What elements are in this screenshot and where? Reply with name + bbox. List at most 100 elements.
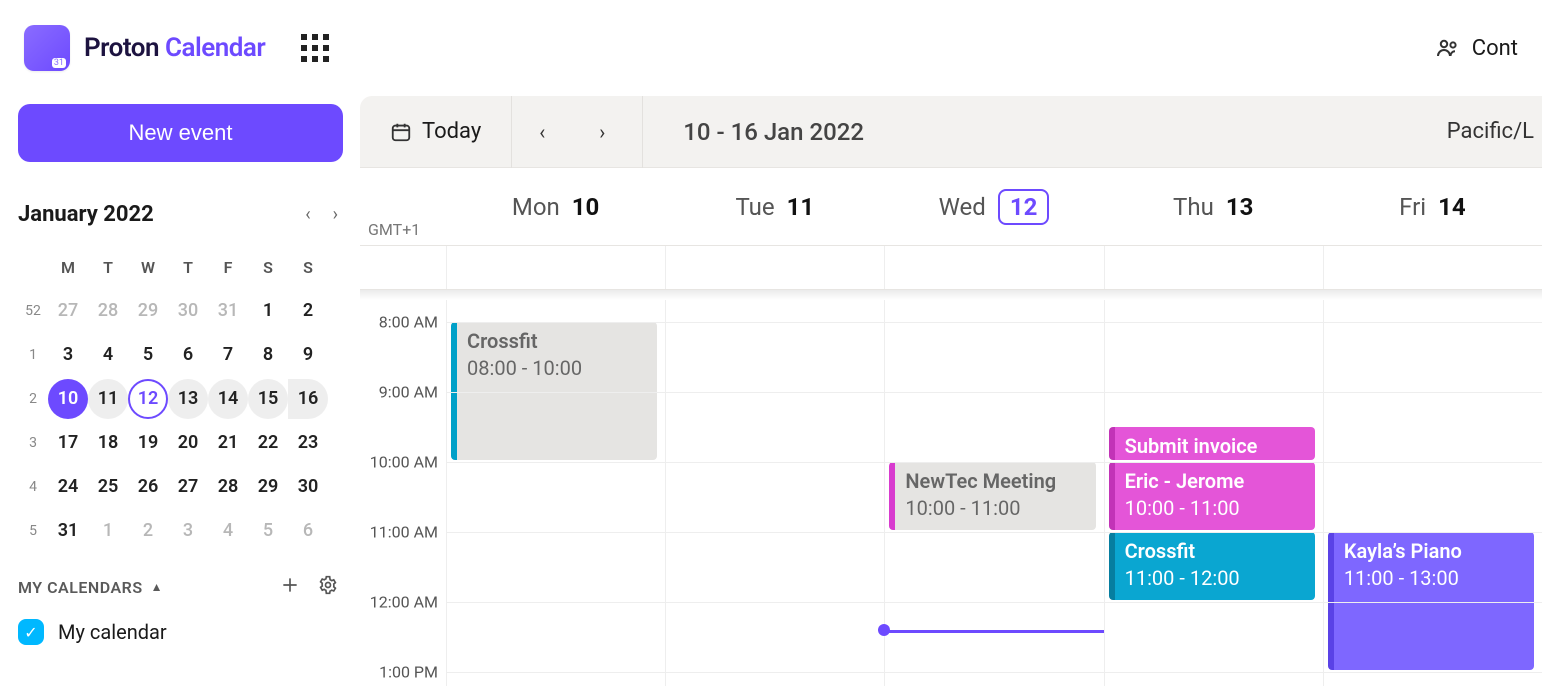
my-calendars-header[interactable]: MY CALENDARS ▲	[18, 575, 338, 599]
mini-day[interactable]: 29	[128, 291, 168, 331]
mini-day[interactable]: 6	[288, 511, 328, 551]
day-number: 13	[1226, 193, 1254, 221]
mini-dow: T	[168, 258, 208, 277]
calendar-toolbar: Today ‹ › 10 - 16 Jan 2022 Pacific/L	[360, 96, 1542, 168]
mini-dow: F	[208, 258, 248, 277]
mini-day[interactable]: 27	[48, 291, 88, 331]
mini-day[interactable]: 26	[128, 467, 168, 507]
mini-calendar-header: January 2022 ‹ ›	[18, 202, 338, 227]
calendar-checkbox[interactable]: ✓	[18, 619, 44, 645]
day-header[interactable]: Thu 13	[1104, 168, 1323, 245]
mini-day[interactable]: 8	[248, 335, 288, 375]
mini-day[interactable]: 15	[248, 379, 288, 419]
day-column[interactable]: Submit invoiceEric - Jerome10:00 - 11:00…	[1104, 300, 1323, 686]
day-header[interactable]: Mon 10	[446, 168, 665, 245]
event-title: Eric - Jerome	[1125, 468, 1305, 495]
mini-day[interactable]: 2	[288, 291, 328, 331]
day-column[interactable]	[665, 300, 884, 686]
app-logo[interactable]: Proton Calendar	[24, 25, 265, 71]
mini-week-number: 2	[18, 391, 48, 407]
mini-day[interactable]: 17	[48, 423, 88, 463]
gmt-label: GMT+1	[368, 220, 420, 239]
logo-icon	[24, 25, 70, 71]
mini-day[interactable]: 24	[48, 467, 88, 507]
mini-next-month-icon[interactable]: ›	[333, 204, 338, 225]
mini-day[interactable]: 3	[168, 511, 208, 551]
new-event-button[interactable]: New event	[18, 104, 343, 162]
event-title: Crossfit	[1125, 538, 1305, 565]
mini-day[interactable]: 27	[168, 467, 208, 507]
day-header[interactable]: Fri 14	[1323, 168, 1542, 245]
mini-day[interactable]: 5	[128, 335, 168, 375]
mini-week-number: 1	[18, 347, 48, 363]
mini-day[interactable]: 31	[48, 511, 88, 551]
mini-day[interactable]: 28	[208, 467, 248, 507]
app-switcher-icon[interactable]	[301, 34, 329, 62]
calendar-event[interactable]: NewTec Meeting10:00 - 11:00	[889, 462, 1095, 530]
mini-day[interactable]: 31	[208, 291, 248, 331]
mini-prev-month-icon[interactable]: ‹	[305, 204, 310, 225]
mini-month-label: January 2022	[18, 202, 154, 227]
calendar-event[interactable]: Eric - Jerome10:00 - 11:00	[1109, 462, 1315, 530]
mini-day[interactable]: 18	[88, 423, 128, 463]
mini-week-number: 4	[18, 479, 48, 495]
mini-day[interactable]: 9	[288, 335, 328, 375]
mini-calendar[interactable]: MTWTFSS522728293031121345678921011121314…	[18, 245, 338, 553]
mini-day[interactable]: 25	[88, 467, 128, 507]
time-label: 9:00 AM	[379, 383, 438, 402]
calendar-event[interactable]: Crossfit11:00 - 12:00	[1109, 532, 1315, 600]
contacts-icon[interactable]	[1436, 36, 1460, 60]
calendar-settings-icon[interactable]	[318, 575, 338, 599]
mini-dow: S	[288, 258, 328, 277]
dow-label: Fri	[1399, 193, 1426, 221]
add-calendar-icon[interactable]	[280, 575, 300, 599]
mini-day[interactable]: 22	[248, 423, 288, 463]
mini-day[interactable]: 20	[168, 423, 208, 463]
mini-day[interactable]: 11	[88, 379, 128, 419]
day-column[interactable]: Kayla’s Piano11:00 - 13:00	[1323, 300, 1542, 686]
collapse-icon[interactable]: ▲	[151, 580, 163, 594]
mini-day[interactable]: 12	[128, 379, 168, 419]
event-time: 10:00 - 11:00	[905, 495, 1085, 522]
time-grid[interactable]: 8:00 AM9:00 AM10:00 AM11:00 AM12:00 AM1:…	[360, 300, 1542, 686]
mini-day[interactable]: 14	[208, 379, 248, 419]
now-indicator	[884, 630, 1103, 633]
header-shadow	[360, 290, 1542, 300]
allday-row	[360, 246, 1542, 290]
mini-day[interactable]: 7	[208, 335, 248, 375]
calendar-event[interactable]: Submit invoice	[1109, 427, 1315, 460]
contacts-label[interactable]: Cont	[1472, 36, 1518, 61]
timezone-label[interactable]: Pacific/L	[1447, 119, 1542, 144]
day-column[interactable]: NewTec Meeting10:00 - 11:00	[884, 300, 1103, 686]
mini-day[interactable]: 30	[288, 467, 328, 507]
mini-day[interactable]: 28	[88, 291, 128, 331]
mini-day[interactable]: 4	[208, 511, 248, 551]
calendar-list-item[interactable]: ✓ My calendar	[18, 619, 342, 645]
week-nav: ‹ ›	[512, 96, 643, 168]
mini-day[interactable]: 30	[168, 291, 208, 331]
mini-day[interactable]: 5	[248, 511, 288, 551]
day-header[interactable]: Wed 12	[884, 168, 1103, 245]
day-number-today: 12	[998, 189, 1050, 225]
calendar-event[interactable]: Crossfit08:00 - 10:00	[451, 322, 657, 460]
mini-dow: T	[88, 258, 128, 277]
mini-day[interactable]: 2	[128, 511, 168, 551]
mini-day[interactable]: 21	[208, 423, 248, 463]
mini-day[interactable]: 1	[88, 511, 128, 551]
mini-day[interactable]: 3	[48, 335, 88, 375]
mini-day[interactable]: 19	[128, 423, 168, 463]
prev-week-icon[interactable]: ‹	[512, 96, 572, 168]
day-column[interactable]: Crossfit08:00 - 10:00	[446, 300, 665, 686]
mini-day[interactable]: 16	[288, 379, 328, 419]
mini-day[interactable]: 10	[48, 379, 88, 419]
mini-day[interactable]: 29	[248, 467, 288, 507]
next-week-icon[interactable]: ›	[572, 96, 632, 168]
day-header[interactable]: Tue 11	[665, 168, 884, 245]
calendar-event[interactable]: Kayla’s Piano11:00 - 13:00	[1328, 532, 1534, 670]
mini-day[interactable]: 6	[168, 335, 208, 375]
today-button[interactable]: Today	[360, 96, 512, 168]
mini-day[interactable]: 13	[168, 379, 208, 419]
mini-day[interactable]: 1	[248, 291, 288, 331]
mini-day[interactable]: 4	[88, 335, 128, 375]
mini-day[interactable]: 23	[288, 423, 328, 463]
